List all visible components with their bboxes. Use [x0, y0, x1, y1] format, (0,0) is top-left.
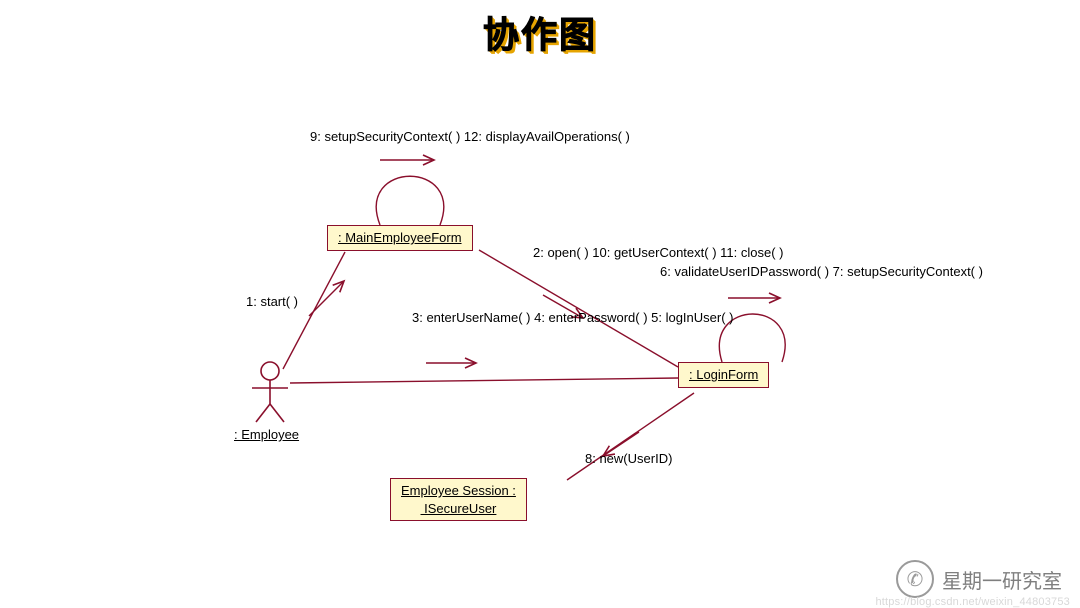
msg-new-session: 8: new(UserID) — [585, 450, 672, 468]
msg-self-main: 9: setupSecurityContext( ) 12: displayAv… — [310, 128, 630, 146]
watermark-url: https://blog.csdn.net/weixin_44803753 — [875, 596, 1070, 608]
diagram-title: 协作图 — [483, 6, 597, 58]
watermark-text: 星期一研究室 — [942, 565, 1062, 594]
msg-actor-to-login: 3: enterUserName( ) 4: enterPassword( ) … — [412, 309, 734, 327]
msg-self-login: 6: validateUserIDPassword( ) 7: setupSec… — [660, 263, 983, 281]
actor-label: : Employee — [234, 427, 299, 442]
msg-main-to-login: 2: open( ) 10: getUserContext( ) 11: clo… — [533, 244, 783, 262]
object-employee-session: Employee Session : ISecureUser — [390, 478, 527, 521]
object-login-form: : LoginForm — [678, 362, 769, 388]
wechat-icon: ✆ — [896, 560, 934, 598]
watermark-brand: ✆ 星期一研究室 — [896, 560, 1062, 598]
object-main-employee-form: : MainEmployeeForm — [327, 225, 473, 251]
msg-start: 1: start( ) — [246, 293, 298, 311]
actor-icon — [252, 362, 288, 422]
diagram-canvas — [0, 0, 1080, 608]
